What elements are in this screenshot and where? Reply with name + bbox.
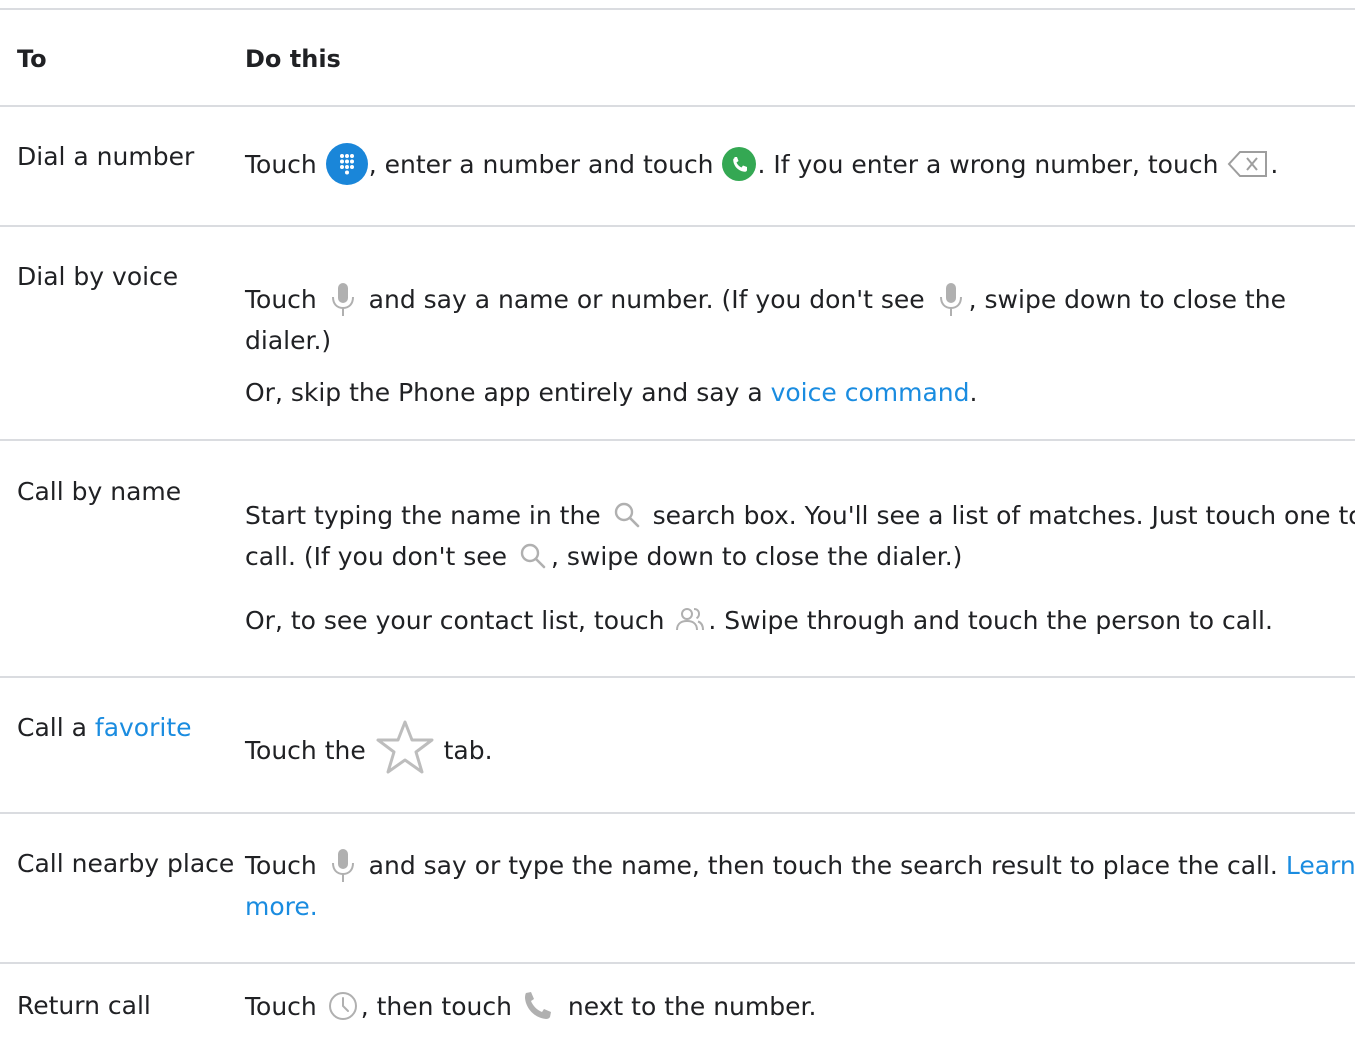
row-desc-dial-number: Touch , enter a number and touch . If yo…: [245, 142, 1278, 188]
search-icon: [609, 497, 645, 533]
row-rule: [0, 962, 1355, 964]
dialpad-icon: [325, 142, 369, 186]
row-rule: [0, 676, 1355, 678]
column-header-to: To: [17, 45, 47, 73]
backspace-icon: [1226, 148, 1270, 180]
row-label-dial-number: Dial a number: [17, 142, 195, 171]
column-header-do-this: Do this: [245, 45, 341, 73]
clock-icon: [325, 988, 361, 1024]
row-label-call-favorite: Call a favorite: [17, 713, 192, 742]
row-desc-return-call: Touch , then touch next to the number.: [245, 986, 816, 1028]
row-desc-dial-voice-line2: dialer.): [245, 326, 332, 355]
phone-handset-icon: [520, 988, 560, 1024]
row-desc-dial-voice-line3: Or, skip the Phone app entirely and say …: [245, 378, 978, 407]
row-desc-call-name-line2: call. (If you don't see , swipe down to …: [245, 536, 962, 578]
learn-more-link-continued[interactable]: more.: [245, 892, 318, 921]
row-rule: [0, 812, 1355, 814]
header-rule: [0, 105, 1355, 107]
contacts-icon: [672, 602, 708, 638]
row-desc-dial-voice-line1: Touch and say a name or number. (If you …: [245, 279, 1286, 321]
table-top-rule: [0, 8, 1355, 10]
row-label-return-call: Return call: [17, 991, 151, 1020]
mic-icon: [325, 845, 361, 885]
voice-command-link[interactable]: voice command: [771, 378, 970, 407]
row-desc-call-favorite: Touch the tab.: [245, 720, 493, 782]
row-rule: [0, 439, 1355, 441]
learn-more-link[interactable]: Learn: [1286, 851, 1355, 880]
row-desc-call-name-line3: Or, to see your contact list, touch . Sw…: [245, 600, 1273, 642]
call-icon: [721, 146, 757, 182]
row-label-call-nearby: Call nearby place: [17, 849, 235, 878]
favorite-link[interactable]: favorite: [95, 713, 192, 742]
row-desc-call-nearby-line2: more.: [245, 886, 318, 928]
row-label-dial-voice: Dial by voice: [17, 262, 179, 291]
search-icon: [515, 538, 551, 574]
mic-icon: [933, 279, 969, 319]
row-label-call-name: Call by name: [17, 477, 182, 506]
row-desc-call-nearby-line1: Touch and say or type the name, then tou…: [245, 845, 1355, 887]
star-icon: [374, 718, 436, 778]
row-desc-call-name-line1: Start typing the name in the search box.…: [245, 495, 1355, 537]
mic-icon: [325, 279, 361, 319]
row-rule: [0, 225, 1355, 227]
